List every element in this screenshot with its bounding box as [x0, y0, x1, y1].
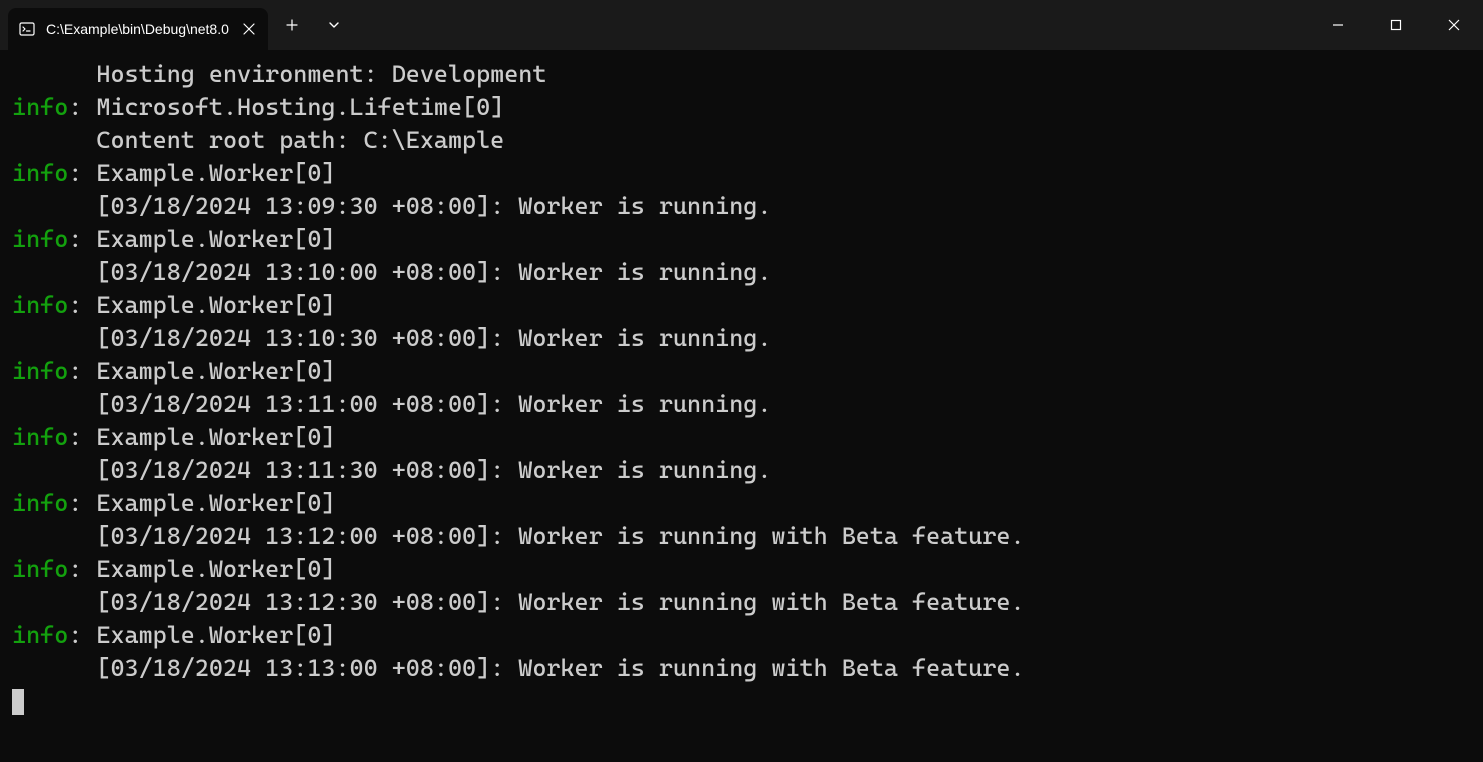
log-source: Example.Worker[0] [96, 555, 335, 583]
tab-title: C:\Example\bin\Debug\net8.0 [46, 21, 230, 37]
maximize-icon [1390, 19, 1402, 31]
log-level: info [12, 489, 68, 517]
new-tab-button[interactable] [274, 7, 310, 43]
log-source: Example.Worker[0] [96, 159, 335, 187]
plus-icon [286, 19, 298, 31]
log-body: Content root path: C:\Example [96, 126, 504, 154]
log-level: info [12, 357, 68, 385]
terminal-output[interactable]: Hosting environment: Developmentinfo: Mi… [0, 50, 1483, 726]
log-body: [03/18/2024 13:11:00 +08:00]: Worker is … [96, 390, 771, 418]
log-body: [03/18/2024 13:13:00 +08:00]: Worker is … [96, 654, 1024, 682]
log-level: info [12, 423, 68, 451]
log-level: info [12, 225, 68, 253]
log-source: Example.Worker[0] [96, 423, 335, 451]
tab-close-button[interactable] [240, 20, 258, 38]
log-body: [03/18/2024 13:12:00 +08:00]: Worker is … [96, 522, 1024, 550]
cursor [12, 689, 24, 715]
log-level: info [12, 555, 68, 583]
close-icon [243, 23, 255, 35]
close-icon [1448, 19, 1460, 31]
chevron-down-icon [328, 19, 340, 31]
tabs-area: C:\Example\bin\Debug\net8.0 [0, 0, 1309, 50]
log-source: Microsoft.Hosting.Lifetime[0] [96, 93, 504, 121]
titlebar: C:\Example\bin\Debug\net8.0 [0, 0, 1483, 50]
log-body: [03/18/2024 13:12:30 +08:00]: Worker is … [96, 588, 1024, 616]
log-source: Example.Worker[0] [96, 621, 335, 649]
window-close-button[interactable] [1425, 0, 1483, 50]
log-source: Example.Worker[0] [96, 489, 335, 517]
minimize-icon [1332, 19, 1344, 31]
log-line: Hosting environment: Development [96, 60, 546, 88]
log-level: info [12, 621, 68, 649]
maximize-button[interactable] [1367, 0, 1425, 50]
log-source: Example.Worker[0] [96, 291, 335, 319]
log-level: info [12, 159, 68, 187]
log-level: info [12, 291, 68, 319]
log-source: Example.Worker[0] [96, 225, 335, 253]
log-body: [03/18/2024 13:10:30 +08:00]: Worker is … [96, 324, 771, 352]
log-body: [03/18/2024 13:10:00 +08:00]: Worker is … [96, 258, 771, 286]
log-body: [03/18/2024 13:11:30 +08:00]: Worker is … [96, 456, 771, 484]
log-body: [03/18/2024 13:09:30 +08:00]: Worker is … [96, 192, 771, 220]
terminal-icon [18, 20, 36, 38]
terminal-tab[interactable]: C:\Example\bin\Debug\net8.0 [8, 8, 268, 50]
minimize-button[interactable] [1309, 0, 1367, 50]
tab-dropdown-button[interactable] [316, 7, 352, 43]
log-level: info [12, 93, 68, 121]
window-controls [1309, 0, 1483, 50]
log-source: Example.Worker[0] [96, 357, 335, 385]
